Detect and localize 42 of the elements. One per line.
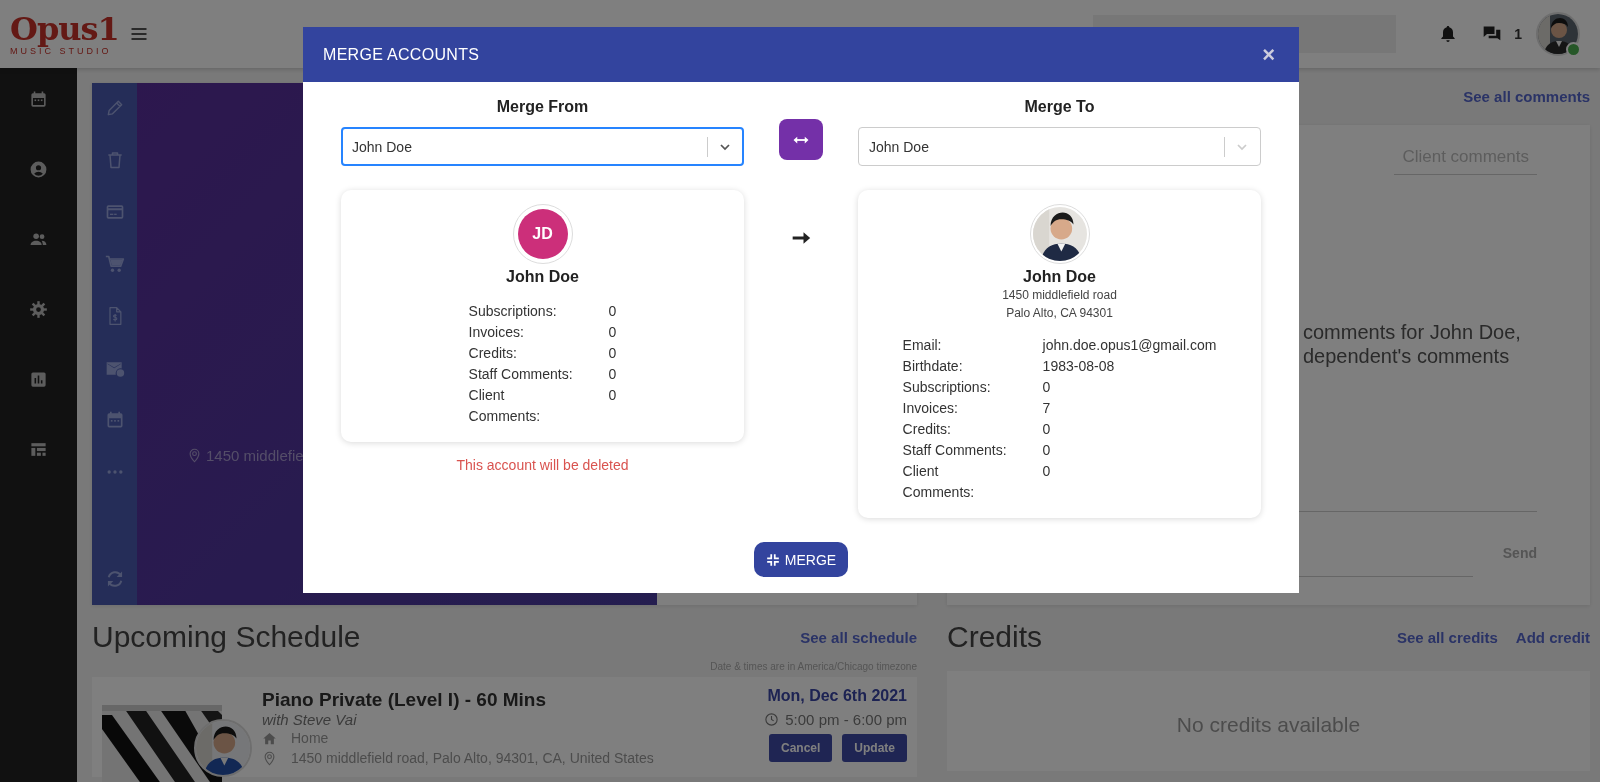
event-time: 5:00 pm - 6:00 pm [785,711,907,728]
empty-message: comments for John Doe, [1303,320,1522,344]
field-label: Credits: [468,344,518,363]
account-name: John Doe [506,268,579,286]
field-label: Credits: [902,420,952,439]
field-value: 0 [608,365,617,384]
event-date: Mon, Dec 6th 2021 [767,687,907,705]
warning-text: This account will be deleted [455,457,630,473]
column-heading: Merge To [1023,98,1096,116]
account-address: Palo Alto, CA 94301 [1006,305,1113,322]
initials-avatar: JD [517,209,568,259]
field-label: Staff Comments: [902,441,1008,460]
account-name: John Doe [1023,268,1096,286]
account-address: 1450 middlefield road [1002,287,1117,304]
teacher-name: with Steve Vai [262,711,358,728]
field-label: Invoices: [902,399,959,418]
field-label: Birthdate: [902,357,964,376]
field-label: Email: [902,336,943,355]
field-value: 1983-08-08 [1042,357,1116,376]
section-title: Upcoming Schedule [92,620,361,654]
field-value: john.doe.opus1@gmail.com [1042,336,1217,355]
field-label: Subscriptions: [902,378,992,397]
chat-count: 1 [1514,26,1522,42]
field-label: Invoices: [468,323,525,342]
field-label: Subscriptions: [468,302,558,321]
field-label: Client Comments: [902,462,976,502]
field-value: 0 [608,344,617,363]
column-heading: Merge From [495,98,590,116]
field-value: 0 [608,302,617,321]
field-value: 7 [1042,399,1052,418]
field-value: 0 [1042,441,1052,460]
event-title: Piano Private (Level I) - 60 Mins [262,689,548,711]
field-value: 0 [608,386,617,405]
field-label: Client Comments: [468,386,542,426]
empty-message: dependent's comments [1303,344,1511,368]
field-value: 0 [1042,420,1052,439]
dialog-title: MERGE ACCOUNTS [323,45,480,64]
field-value: 0 [608,323,617,342]
field-value: 0 [1042,378,1052,397]
section-title: Credits [947,620,1043,654]
field-label: Staff Comments: [468,365,574,384]
field-value: 0 [1042,462,1052,481]
